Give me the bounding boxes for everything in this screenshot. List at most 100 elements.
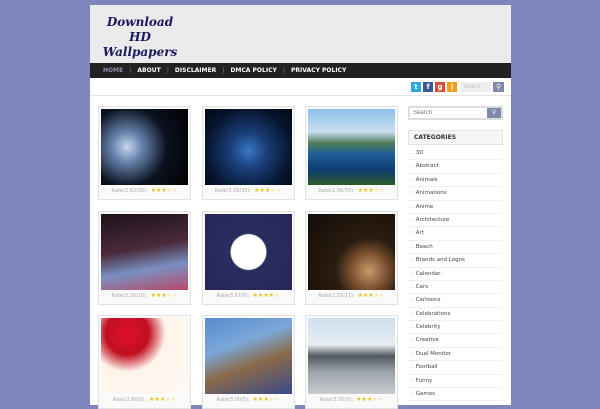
category-item[interactable]: :: Animals	[408, 174, 503, 188]
nav-separator: |	[129, 67, 132, 74]
wallpaper-card[interactable]: Rate(2.80/5): ★★★★★	[98, 315, 191, 409]
category-item[interactable]: :: Abstract	[408, 160, 503, 174]
category-label: Animals	[415, 176, 438, 183]
wallpaper-thumbnail[interactable]	[204, 213, 292, 290]
category-label: Celebrity	[415, 324, 441, 331]
wallpaper-card[interactable]: Rate(3.00/5): ★★★★★	[201, 315, 295, 409]
star-icon[interactable]: ★	[379, 292, 384, 299]
rss-icon[interactable]: )	[447, 81, 457, 92]
nav-home[interactable]: HOME	[103, 67, 123, 74]
wallpaper-thumbnail[interactable]	[101, 109, 188, 185]
star-icon[interactable]: ★	[172, 292, 177, 299]
bullet-icon: ::	[409, 163, 413, 170]
nav-separator: |	[166, 67, 169, 74]
category-label: Brands and Logos	[415, 257, 465, 264]
rating: Rate(2.63/30): ★★★★★	[99, 187, 190, 194]
star-rating[interactable]: ★★★★★	[151, 187, 178, 194]
rating-text: Rate(2.63/30):	[111, 188, 148, 194]
category-label: Architecture	[415, 216, 450, 223]
category-item[interactable]: :: Dual Monitor	[408, 348, 503, 362]
wallpaper-card[interactable]: Rate(3.09/35): ★★★★★	[201, 106, 295, 200]
category-item[interactable]: :: 3D	[408, 147, 503, 161]
category-item[interactable]: :: Funny	[408, 375, 503, 389]
bullet-icon: ::	[409, 203, 413, 210]
category-label: Dual Monitor	[415, 350, 451, 357]
facebook-icon[interactable]: f	[423, 81, 433, 92]
star-icon[interactable]: ★	[379, 187, 384, 194]
site-logo[interactable]: Download HD Wallpapers	[100, 15, 180, 60]
wallpaper-thumbnail[interactable]	[204, 109, 292, 185]
rating-text: Rate(3.00/5):	[319, 397, 354, 403]
logo-line2: Wallpapers	[102, 45, 178, 59]
sidebar-search-input[interactable]	[410, 108, 487, 118]
nav-dmca-policy[interactable]: DMCA POLICY	[230, 67, 276, 74]
bullet-icon: ::	[409, 257, 413, 264]
star-icon[interactable]: ★	[274, 292, 279, 299]
twitter-icon[interactable]: t	[411, 81, 421, 92]
wallpaper-card[interactable]: Rate(3.67/6): ★★★★★	[201, 210, 295, 305]
category-label: Celebrations	[415, 310, 451, 317]
bullet-icon: ::	[409, 243, 413, 250]
category-item[interactable]: :: Cartoons	[408, 294, 503, 308]
category-label: Games	[415, 391, 435, 398]
nav-separator: |	[282, 67, 286, 74]
category-label: Cars	[415, 283, 429, 290]
star-rating[interactable]: ★★★★★	[151, 292, 178, 299]
category-item[interactable]: :: Games	[408, 388, 503, 402]
star-icon[interactable]: ★	[276, 187, 281, 194]
wallpaper-thumbnail[interactable]	[308, 109, 395, 185]
wallpaper-card[interactable]: Rate(2.63/30): ★★★★★	[98, 106, 191, 200]
bullet-icon: ::	[409, 310, 413, 317]
nav-about[interactable]: ABOUT	[137, 67, 160, 74]
wallpaper-thumbnail[interactable]	[101, 213, 188, 290]
category-label: Calendar	[415, 270, 441, 277]
category-item[interactable]: :: Architecture	[408, 214, 503, 228]
rating-text: Rate(3.20/10):	[111, 292, 148, 299]
category-item[interactable]: :: Celebrations	[408, 308, 503, 322]
category-item[interactable]: :: Anime	[408, 201, 503, 214]
star-rating[interactable]: ★★★★★	[253, 292, 280, 299]
category-item[interactable]: :: Calendar	[408, 268, 503, 281]
wallpaper-thumbnail[interactable]	[308, 318, 395, 394]
categories-list: :: 3D:: Abstract:: Animals:: Animations:: Ani…	[408, 147, 503, 402]
rating: Rate(3.09/35): ★★★★★	[203, 187, 294, 194]
rating: Rate(3.20/10): ★★★★★	[99, 292, 190, 299]
wallpaper-thumbnail[interactable]	[101, 318, 188, 394]
category-label: Abstract	[415, 163, 439, 170]
star-rating[interactable]: ★★★★★	[254, 187, 281, 194]
category-label: 3D	[415, 150, 424, 156]
wallpaper-card[interactable]: Rate(3.20/10): ★★★★★	[98, 210, 191, 305]
star-rating[interactable]: ★★★★★	[358, 292, 385, 299]
category-item[interactable]: :: Brands and Logos	[408, 254, 503, 268]
google-plus-icon[interactable]: g	[435, 81, 445, 92]
top-search-input[interactable]: SEARCH	[461, 81, 491, 92]
bullet-icon: ::	[409, 150, 413, 156]
logo-line1: Download HD	[106, 15, 174, 44]
category-item[interactable]: :: Animations	[408, 187, 503, 201]
star-icon[interactable]: ★	[172, 187, 177, 194]
category-item[interactable]: :: Beach	[408, 241, 503, 255]
wallpaper-card[interactable]: Rate(2.55/11): ★★★★★	[305, 210, 398, 305]
rating: Rate(2.96/70): ★★★★★	[306, 187, 397, 194]
category-item[interactable]: :: Art	[408, 227, 503, 241]
nav-disclaimer[interactable]: DISCLAIMER	[175, 67, 216, 74]
wallpaper-card[interactable]: Rate(3.00/5): ★★★★★	[305, 315, 398, 409]
bullet-icon: ::	[409, 283, 413, 290]
nav-privacy-policy[interactable]: PRIVACY POLICY	[291, 67, 346, 74]
category-item[interactable]: :: Football	[408, 361, 503, 375]
category-item[interactable]: :: Creative	[408, 334, 503, 348]
main-nav: HOME | ABOUT | DISCLAIMER | DMCA POLICY | PRIVAC…	[90, 63, 511, 78]
category-item[interactable]: :: Cars	[408, 281, 503, 295]
wallpaper-thumbnail[interactable]	[204, 318, 292, 394]
rating-text: Rate(2.55/11):	[318, 292, 355, 299]
wallpaper-card[interactable]: Rate(2.96/70): ★★★★★	[305, 106, 398, 200]
star-rating[interactable]: ★★★★★	[358, 187, 385, 194]
search-icon[interactable]: ⚲	[487, 108, 501, 118]
bullet-icon: ::	[409, 391, 413, 398]
bullet-icon: ::	[409, 297, 413, 304]
search-icon[interactable]: ⚲	[493, 81, 504, 92]
wallpaper-thumbnail[interactable]	[308, 213, 395, 290]
bullet-icon: ::	[409, 364, 413, 371]
header: Download HD Wallpapers	[90, 5, 511, 63]
category-item[interactable]: :: Celebrity	[408, 321, 503, 335]
